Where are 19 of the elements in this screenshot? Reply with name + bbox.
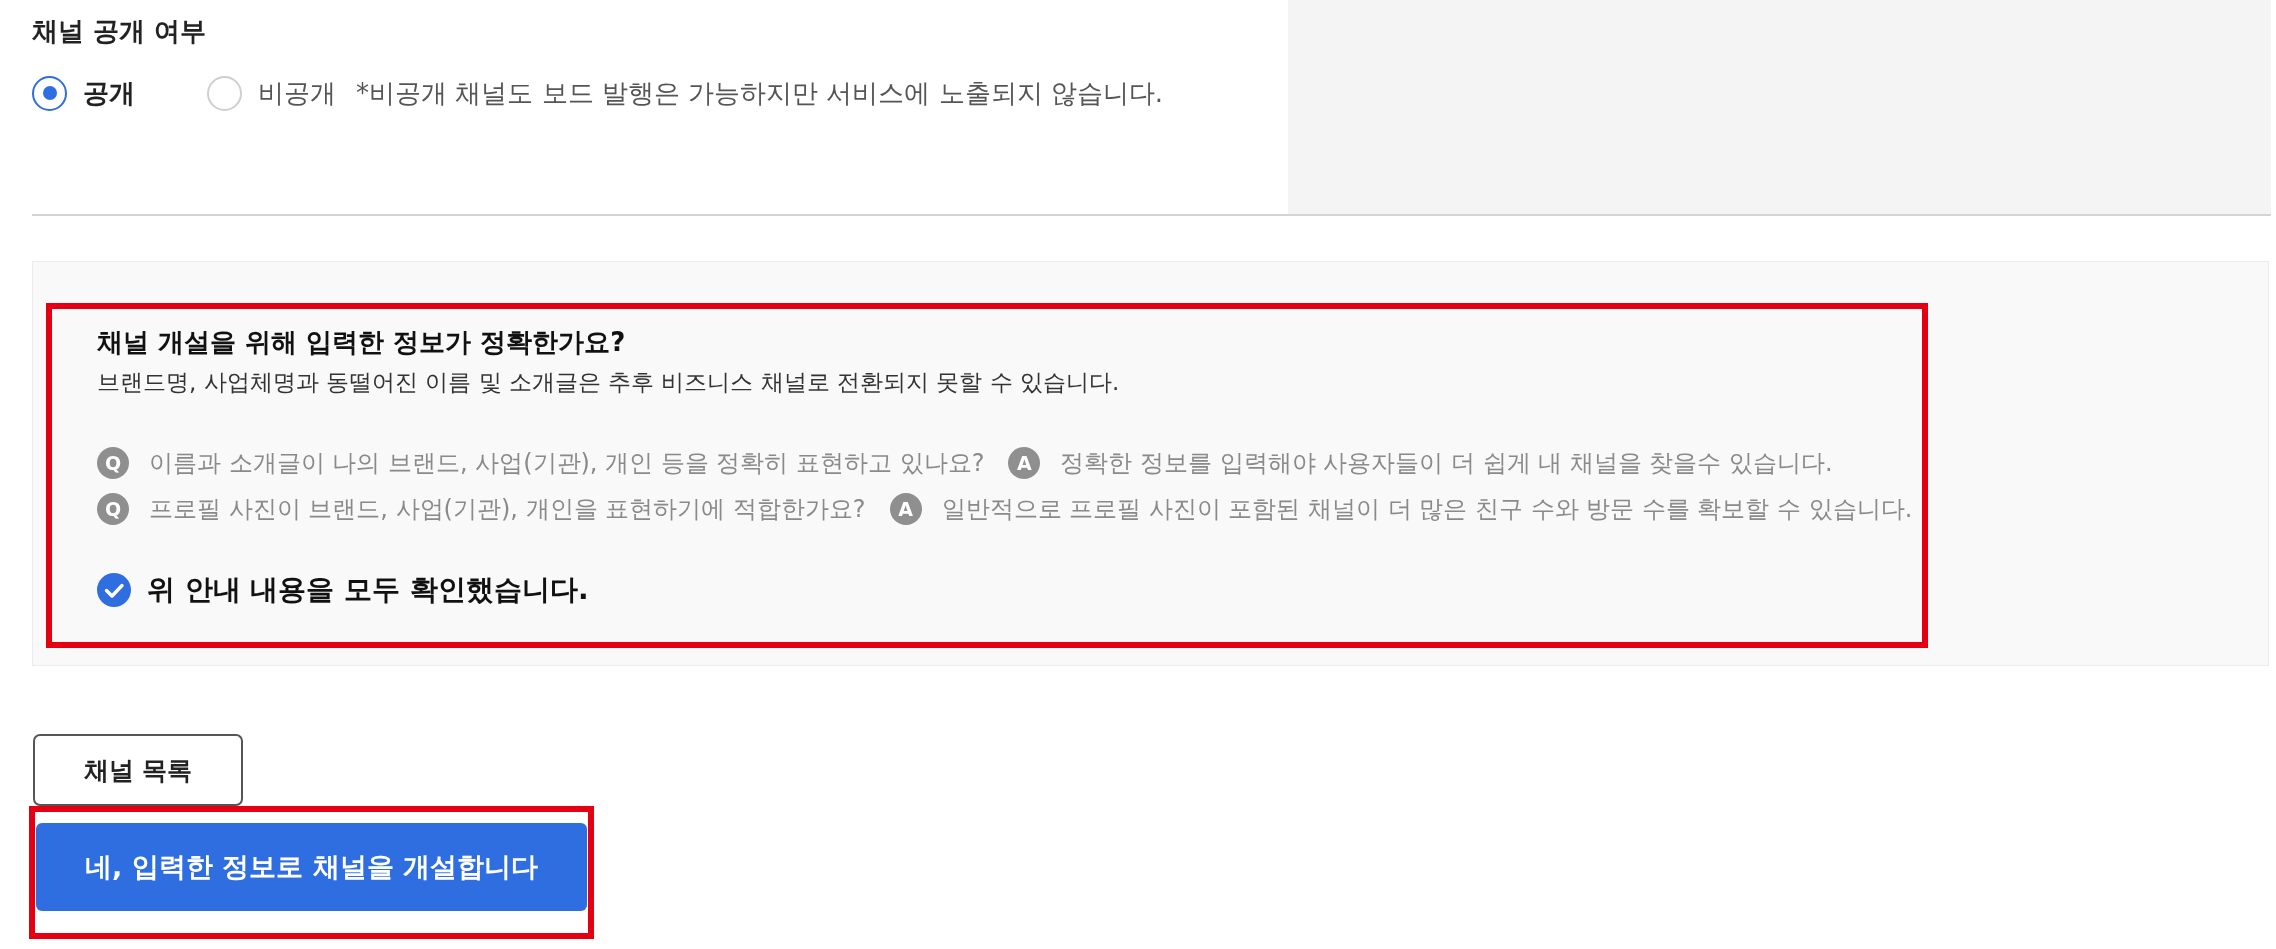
answer-badge: A — [889, 493, 922, 525]
question-text: 프로필 사진이 브랜드, 사업(기관), 개인을 표현하기에 적합한가요? — [149, 494, 866, 525]
answer-badge: A — [1008, 447, 1041, 479]
notice-description: 브랜드명, 사업체명과 동떨어진 이름 및 소개글은 추후 비즈니스 채널로 전환되지 못할 수 있습니다. — [97, 368, 1121, 397]
answer-text: 일반적으로 프로필 사진이 포함된 채널이 더 많은 친구 수와 방문 수를 확보할 수 있습니다. — [941, 494, 1913, 525]
confirm-label[interactable]: 위 안내 내용을 모두 확인했습니다. — [147, 571, 589, 609]
visibility-note: *비공개 채널도 보드 발행은 가능하지만 서비스에 노출되지 않습니다. — [356, 76, 1164, 110]
notice-title: 채널 개설을 위해 입력한 정보가 정확한가요? — [97, 326, 627, 359]
radio-label[interactable]: 비공개 — [258, 75, 336, 111]
check-circle-icon[interactable] — [97, 573, 131, 607]
radio-button[interactable] — [32, 75, 67, 111]
question-badge: Q — [97, 493, 129, 525]
section-title: 채널 공개 여부 — [32, 15, 208, 48]
question-text: 이름과 소개글이 나의 브랜드, 사업(기관), 개인 등을 정확히 표현하고 있나요? — [149, 448, 985, 479]
question-badge: Q — [97, 447, 129, 479]
channel-list-button[interactable]: 채널 목록 — [33, 734, 243, 806]
answer-text: 정확한 정보를 입력해야 사용자들이 더 쉽게 내 채널을 찾을수 있습니다. — [1060, 448, 1833, 479]
create-channel-button[interactable]: 네, 입력한 정보로 채널을 개설합니다 — [36, 823, 587, 911]
radio-label[interactable]: 공개 — [83, 75, 135, 111]
